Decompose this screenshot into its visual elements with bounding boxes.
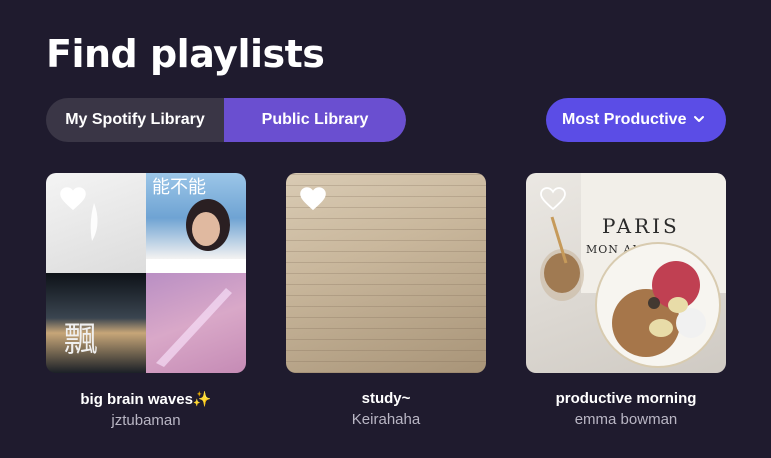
book-title: PARIS	[602, 214, 680, 238]
chevron-down-icon	[694, 116, 704, 122]
library-toggle: My Spotify Library Public Library	[46, 98, 406, 142]
public-library-tab[interactable]: Public Library	[224, 98, 406, 142]
playlist-owner[interactable]: jztubaman	[46, 412, 246, 429]
collage-text: 能不能	[152, 177, 206, 198]
my-spotify-library-tab[interactable]: My Spotify Library	[46, 98, 224, 142]
playlist-cover-study[interactable]	[286, 173, 486, 373]
playlist-owner[interactable]: Keirahaha	[286, 411, 486, 428]
playlist-card[interactable]: study~ Keirahaha	[286, 173, 486, 428]
playlist-owner[interactable]: emma bowman	[526, 411, 726, 428]
page-title: Find playlists	[46, 32, 325, 76]
playlist-card[interactable]: PARIS MON AMOUR productive morning emma …	[526, 173, 726, 428]
playlist-card[interactable]: 能不能 飄 big brain waves✨ jztubaman	[46, 173, 246, 429]
heart-outline-icon[interactable]	[60, 187, 86, 211]
heart-filled-icon[interactable]	[300, 187, 326, 211]
playlist-name[interactable]: productive morning	[526, 390, 726, 407]
playlist-cover-collage[interactable]: 能不能 飄	[46, 173, 246, 373]
playlist-name[interactable]: study~	[286, 390, 486, 407]
playlist-name[interactable]: big brain waves✨	[46, 390, 246, 408]
playlist-cover-morning[interactable]: PARIS MON AMOUR	[526, 173, 726, 373]
heart-outline-icon[interactable]	[540, 187, 566, 211]
sort-dropdown[interactable]: Most Productive	[546, 98, 726, 142]
sort-label: Most Productive	[562, 111, 687, 128]
collage-text: 飄	[64, 320, 98, 360]
